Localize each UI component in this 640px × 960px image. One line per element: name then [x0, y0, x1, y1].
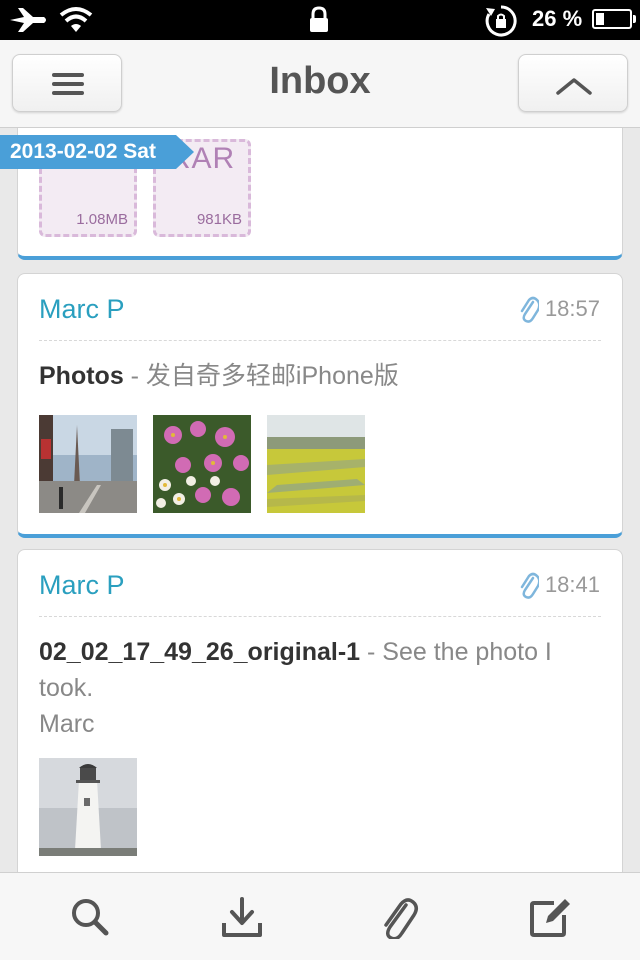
message-card[interactable]: Marc P 18:41 02_02_17_49_26_original-1 -… — [17, 549, 623, 872]
message-time: 18:57 — [544, 296, 600, 321]
wifi-icon — [59, 7, 93, 32]
photo-thumbnail-field[interactable] — [267, 415, 365, 513]
sender-name: Marc P — [39, 570, 125, 600]
message-card[interactable]: Marc P 18:57 Photos - 发自奇多轻邮iPhone版 — [17, 273, 623, 538]
compose-icon[interactable] — [528, 895, 572, 939]
photo-thumbnail-flowers[interactable] — [153, 415, 251, 513]
paperclip-icon[interactable] — [378, 895, 422, 939]
photo-thumbnail-lighthouse[interactable] — [39, 758, 137, 856]
airplane-mode-icon — [10, 8, 46, 32]
date-header: 2013-02-02 Sat — [0, 135, 194, 169]
paperclip-icon — [520, 572, 539, 599]
photo-thumbnail-street[interactable] — [39, 415, 137, 513]
download-icon[interactable] — [220, 895, 264, 939]
message-preview: - 发自奇多轻邮iPhone版 — [123, 362, 399, 390]
message-subject: Photos — [39, 362, 124, 390]
navigation-bar: Inbox — [0, 40, 640, 128]
sender-name: Marc P — [39, 294, 125, 324]
subject-line: 02_02_17_49_26_original-1 - See the phot… — [39, 634, 600, 742]
message-time: 18:41 — [544, 572, 600, 597]
paperclip-icon — [520, 296, 539, 323]
attachment-size: 981KB — [196, 211, 242, 228]
message-list[interactable]: 2013-02-02 Sat RAR 1.08MB RAR 981KB Marc… — [0, 128, 640, 872]
attachment-size: 1.08MB — [76, 211, 128, 228]
rotation-lock-icon — [485, 5, 517, 37]
battery-percentage: 26 % — [532, 6, 583, 31]
message-subject: 02_02_17_49_26_original-1 — [39, 638, 361, 666]
message-preview-signature: Marc — [39, 710, 95, 738]
bottom-toolbar — [0, 872, 640, 960]
subject-line: Photos - 发自奇多轻邮iPhone版 — [39, 358, 600, 394]
lock-icon — [310, 6, 328, 32]
status-bar: 26 % — [0, 0, 640, 40]
divider — [39, 616, 601, 617]
chevron-up-icon — [556, 78, 592, 95]
scroll-up-button[interactable] — [518, 54, 628, 112]
search-icon[interactable] — [68, 895, 112, 939]
divider — [39, 340, 601, 341]
battery-icon — [592, 9, 636, 29]
